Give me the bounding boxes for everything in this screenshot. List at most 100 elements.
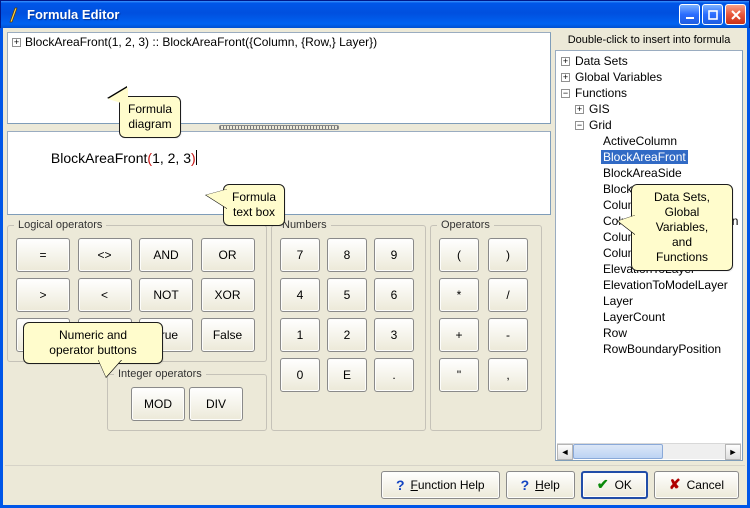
- tree-item-grid[interactable]: −Grid: [559, 117, 741, 133]
- logical-button-sym[interactable]: <: [78, 278, 132, 312]
- x-icon: ✘: [669, 476, 681, 493]
- scroll-track[interactable]: [573, 444, 725, 459]
- callout-formula-diagram: Formula diagram: [119, 96, 181, 138]
- expand-icon[interactable]: +: [561, 57, 570, 66]
- horizontal-scrollbar[interactable]: ◄ ►: [557, 443, 741, 459]
- tree-item-label: Row: [601, 326, 629, 340]
- integer-button-div[interactable]: DIV: [189, 387, 243, 421]
- function-help-button[interactable]: ? Function Help: [381, 471, 500, 499]
- operator-button-sym[interactable]: ,: [488, 358, 528, 392]
- tree-item-functions[interactable]: −Functions: [559, 85, 741, 101]
- number-button-8[interactable]: 8: [327, 238, 367, 272]
- tree-item-global-variables[interactable]: +Global Variables: [559, 69, 741, 85]
- number-button-e[interactable]: E: [327, 358, 367, 392]
- minimize-button[interactable]: [679, 4, 700, 25]
- tree-item-rowboundaryposition[interactable]: RowBoundaryPosition: [559, 341, 741, 357]
- expand-icon[interactable]: +: [575, 105, 584, 114]
- app-icon: [7, 7, 23, 23]
- logical-button-or[interactable]: OR: [201, 238, 255, 272]
- operator-button-sym[interactable]: *: [439, 278, 479, 312]
- logical-button-sym[interactable]: <>: [78, 238, 132, 272]
- callout-text: Formula text box: [232, 190, 276, 219]
- tree-item-layercount[interactable]: LayerCount: [559, 309, 741, 325]
- tree-item-label: Global Variables: [573, 70, 664, 84]
- tree-item-data-sets[interactable]: +Data Sets: [559, 53, 741, 69]
- logical-button-not[interactable]: NOT: [139, 278, 193, 312]
- ok-button[interactable]: ✔ OK: [581, 471, 648, 499]
- logical-button-sym[interactable]: =: [16, 238, 70, 272]
- number-button-sym[interactable]: .: [374, 358, 414, 392]
- logical-button-xor[interactable]: XOR: [201, 278, 255, 312]
- question-icon: ?: [521, 477, 530, 493]
- collapse-icon[interactable]: −: [561, 89, 570, 98]
- operator-button-sym[interactable]: ": [439, 358, 479, 392]
- cancel-button[interactable]: ✘ Cancel: [654, 471, 739, 499]
- number-button-7[interactable]: 7: [280, 238, 320, 272]
- number-button-5[interactable]: 5: [327, 278, 367, 312]
- number-button-4[interactable]: 4: [280, 278, 320, 312]
- tree-item-label: Functions: [573, 86, 629, 100]
- tree-item-label: BlockAreaSide: [601, 166, 684, 180]
- scroll-thumb[interactable]: [573, 444, 663, 459]
- formula-text-prefix: BlockAreaFront: [51, 150, 147, 166]
- caret-icon: [196, 150, 197, 165]
- formula-diagram-text: BlockAreaFront(1, 2, 3) :: BlockAreaFron…: [25, 35, 377, 49]
- tree-item-gis[interactable]: +GIS: [559, 101, 741, 117]
- integer-operators-legend: Integer operators: [114, 368, 206, 380]
- logical-button-sym[interactable]: >: [16, 278, 70, 312]
- help-button[interactable]: ? Help: [506, 471, 575, 499]
- tree-item-row[interactable]: Row: [559, 325, 741, 341]
- operator-button-sym[interactable]: /: [488, 278, 528, 312]
- tree-item-label: ElevationToModelLayer: [601, 278, 730, 292]
- maximize-button[interactable]: [702, 4, 723, 25]
- number-button-3[interactable]: 3: [374, 318, 414, 352]
- callout-text: Numeric and operator buttons: [49, 328, 136, 357]
- tree-item-layer[interactable]: Layer: [559, 293, 741, 309]
- tree-item-activecolumn[interactable]: ActiveColumn: [559, 133, 741, 149]
- tree-item-blockareaside[interactable]: BlockAreaSide: [559, 165, 741, 181]
- number-button-1[interactable]: 1: [280, 318, 320, 352]
- tree-item-elevationtomodellayer[interactable]: ElevationToModelLayer: [559, 277, 741, 293]
- button-bar: ? Function Help ? Help ✔ OK ✘ Cancel: [5, 465, 745, 503]
- operators-group: Operators () * / +-",: [430, 219, 542, 431]
- tree-item-label: Layer: [601, 294, 635, 308]
- operator-button-sym[interactable]: ): [488, 238, 528, 272]
- ok-label: OK: [615, 478, 632, 492]
- tree-item-blockareafront[interactable]: BlockAreaFront: [559, 149, 741, 165]
- window-title: Formula Editor: [27, 7, 677, 22]
- operator-button-sym[interactable]: +: [439, 318, 479, 352]
- horizontal-splitter[interactable]: [7, 124, 551, 131]
- tree-item-label: RowBoundaryPosition: [601, 342, 723, 356]
- number-button-9[interactable]: 9: [374, 238, 414, 272]
- tree-item-label: GIS: [587, 102, 612, 116]
- number-button-2[interactable]: 2: [327, 318, 367, 352]
- logical-button-and[interactable]: AND: [139, 238, 193, 272]
- operators-legend: Operators: [437, 219, 494, 231]
- integer-operators-group: Integer operators MODDIV: [107, 368, 267, 431]
- expand-icon[interactable]: +: [561, 73, 570, 82]
- numbers-legend: Numbers: [278, 219, 331, 231]
- collapse-icon[interactable]: −: [575, 121, 584, 130]
- numbers-group: Numbers 789 456 123 0E.: [271, 219, 426, 431]
- number-button-6[interactable]: 6: [374, 278, 414, 312]
- callout-numeric-operator-buttons: Numeric and operator buttons: [23, 322, 163, 364]
- operator-button-sym[interactable]: -: [488, 318, 528, 352]
- callout-text: Formula diagram: [128, 102, 172, 131]
- titlebar: Formula Editor: [0, 0, 750, 28]
- scroll-left-icon[interactable]: ◄: [557, 444, 573, 460]
- tree-item-label: LayerCount: [601, 310, 667, 324]
- close-button[interactable]: [725, 4, 746, 25]
- cancel-label: Cancel: [687, 478, 724, 492]
- callout-tree-categories: Data Sets, Global Variables, and Functio…: [631, 184, 733, 271]
- tree-item-label: Data Sets: [573, 54, 630, 68]
- scroll-right-icon[interactable]: ►: [725, 444, 741, 460]
- tree-item-label: ActiveColumn: [601, 134, 679, 148]
- integer-button-mod[interactable]: MOD: [131, 387, 185, 421]
- operator-button-sym[interactable]: (: [439, 238, 479, 272]
- formula-text-mid: 1, 2, 3: [152, 150, 191, 166]
- number-button-0[interactable]: 0: [280, 358, 320, 392]
- expand-toggle-icon[interactable]: +: [12, 38, 21, 47]
- logical-button-false[interactable]: False: [201, 318, 255, 352]
- formula-diagram-panel[interactable]: + BlockAreaFront(1, 2, 3) :: BlockAreaFr…: [7, 32, 551, 124]
- splitter-grip-icon: [219, 125, 339, 130]
